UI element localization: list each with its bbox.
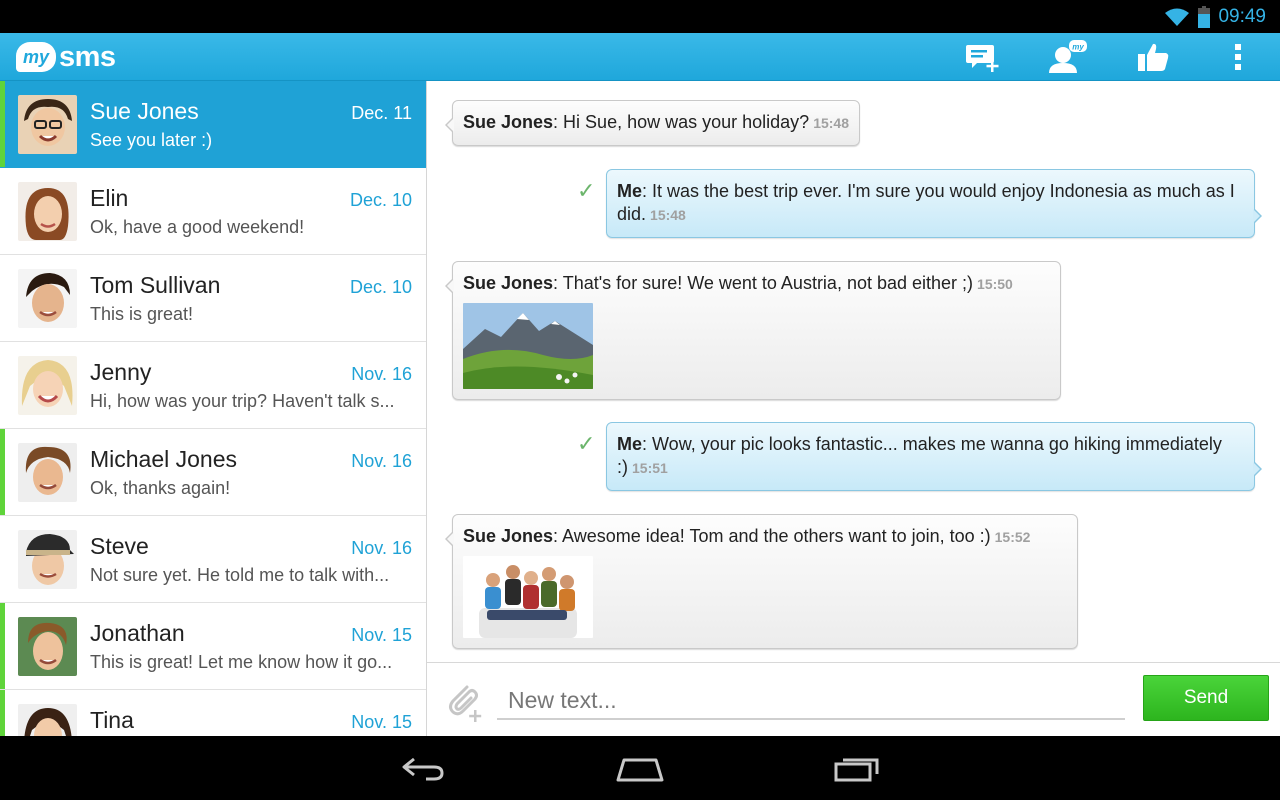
contact-name: Tina [90, 707, 134, 733]
recent-apps-icon [834, 758, 879, 782]
delivered-check-icon: ✓ [577, 179, 596, 204]
message-sender: Sue Jones [463, 526, 554, 546]
message-text: : It was the best trip ever. I'm sure yo… [617, 181, 1235, 224]
new-message-icon [966, 45, 999, 72]
mountain-photo[interactable] [463, 303, 593, 389]
incoming-message: Sue Jones: That's for sure! We went to A… [445, 261, 1061, 400]
conversation-item[interactable]: Michael Jones Nov. 16 Ok, thanks again! [0, 429, 426, 516]
message-preview: Ok, have a good weekend! [90, 217, 305, 237]
conversation-date: Nov. 15 [351, 625, 412, 645]
message-preview: See you later :) [90, 130, 213, 150]
avatar [18, 356, 77, 415]
conversation-date: Nov. 16 [351, 538, 412, 558]
avatar [18, 182, 77, 241]
like-button[interactable] [1125, 33, 1181, 81]
delivered-check-icon: ✓ [577, 432, 596, 457]
conversation-item[interactable]: Jenny Nov. 16 Hi, how was your trip? Hav… [0, 342, 426, 429]
contact-name: Sue Jones [90, 98, 199, 124]
paperclip-icon [449, 685, 482, 722]
message-time: 15:48 [813, 115, 849, 131]
mysms-logo: my sms [16, 41, 116, 73]
status-bar: 09:49 [0, 0, 1280, 33]
message-sender: Sue Jones [463, 112, 554, 132]
composer: Send [427, 662, 1280, 736]
avatar [18, 704, 77, 736]
back-button[interactable] [394, 750, 454, 786]
wifi-icon [1165, 8, 1190, 26]
battery-icon [1198, 6, 1211, 28]
my-contacts-button[interactable]: my [1039, 33, 1095, 81]
outgoing-message: Me: It was the best trip ever. I'm sure … [606, 169, 1262, 238]
conversation-date: Dec. 11 [351, 103, 412, 123]
conversation-item[interactable]: Tom Sullivan Dec. 10 This is great! [0, 255, 426, 342]
message-thread: Sue Jones: Hi Sue, how was your holiday?… [427, 81, 1280, 663]
message-preview: This is great! Let me know how it go... [90, 652, 393, 672]
conversation-item[interactable]: Tina Nov. 15 [0, 690, 426, 736]
message-text: : Wow, your pic looks fantastic... makes… [617, 434, 1222, 477]
avatar [18, 95, 77, 154]
conversation-date: Nov. 16 [351, 364, 412, 384]
message-preview: Not sure yet. He told me to talk with... [90, 565, 390, 585]
conversation-item[interactable]: Jonathan Nov. 15 This is great! Let me k… [0, 603, 426, 690]
avatar [18, 530, 77, 589]
clock: 09:49 [1218, 6, 1266, 27]
navigation-bar [0, 736, 1280, 800]
my-contacts-icon: my [1049, 40, 1087, 73]
unread-indicator [0, 429, 5, 515]
message-text: : Hi Sue, how was your holiday? [553, 112, 810, 132]
home-icon [616, 758, 664, 782]
message-sender: Sue Jones [463, 273, 554, 293]
contact-name: Jenny [90, 359, 152, 385]
avatar [18, 617, 77, 676]
conversation-date: Dec. 10 [349, 190, 412, 210]
outgoing-message: Me: Wow, your pic looks fantastic... mak… [606, 422, 1262, 491]
svg-text:my: my [1072, 43, 1084, 52]
conversation-item[interactable]: Elin Dec. 10 Ok, have a good weekend! [0, 168, 426, 255]
message-input[interactable] [497, 682, 1125, 720]
overflow-menu-icon [1235, 44, 1241, 70]
message-text: : Awesome idea! Tom and the others want … [553, 526, 991, 546]
conversation-item[interactable]: Steve Nov. 16 Not sure yet. He told me t… [0, 516, 426, 603]
action-bar: my sms my [0, 33, 1280, 81]
contact-name: Jonathan [90, 620, 185, 646]
conversation-item[interactable]: Sue Jones Dec. 11 See you later :) [0, 81, 426, 168]
incoming-message: Sue Jones: Awesome idea! Tom and the oth… [445, 514, 1078, 649]
contact-name: Steve [90, 533, 149, 559]
conversation-date: Dec. 10 [349, 277, 412, 297]
message-preview: This is great! [90, 304, 194, 324]
send-button[interactable]: Send [1143, 675, 1269, 721]
logo-bubble: my [16, 42, 56, 72]
back-icon [402, 757, 444, 781]
recent-apps-button[interactable] [827, 750, 887, 786]
message-sender: Me [617, 181, 643, 201]
message-sender: Me [617, 434, 643, 454]
message-preview: Ok, thanks again! [90, 478, 231, 498]
group-photo[interactable] [463, 556, 593, 638]
attach-button[interactable] [443, 679, 487, 723]
conversation-list: Sue Jones Dec. 11 See you later :) Elin … [0, 81, 427, 736]
contact-name: Tom Sullivan [90, 272, 221, 298]
unread-indicator [0, 81, 5, 167]
conversation-date: Nov. 16 [351, 451, 412, 471]
message-time: 15:52 [994, 529, 1031, 545]
avatar [18, 269, 77, 328]
contact-name: Elin [90, 185, 129, 211]
home-button[interactable] [610, 750, 670, 786]
message-time: 15:48 [650, 207, 686, 223]
like-icon [1138, 43, 1169, 71]
new-message-button[interactable] [955, 33, 1011, 81]
message-preview: Hi, how was your trip? Haven't talk s... [90, 391, 395, 411]
unread-indicator [0, 603, 5, 689]
message-text: : That's for sure! We went to Austria, n… [553, 273, 974, 293]
conversation-date: Nov. 15 [351, 712, 412, 732]
unread-indicator [0, 690, 5, 736]
incoming-message: Sue Jones: Hi Sue, how was your holiday?… [445, 100, 860, 146]
avatar [18, 443, 77, 502]
contact-name: Michael Jones [90, 446, 238, 472]
overflow-menu-button[interactable] [1210, 33, 1266, 81]
logo-text: sms [59, 40, 116, 73]
message-time: 15:50 [977, 276, 1013, 292]
message-time: 15:51 [632, 460, 668, 476]
